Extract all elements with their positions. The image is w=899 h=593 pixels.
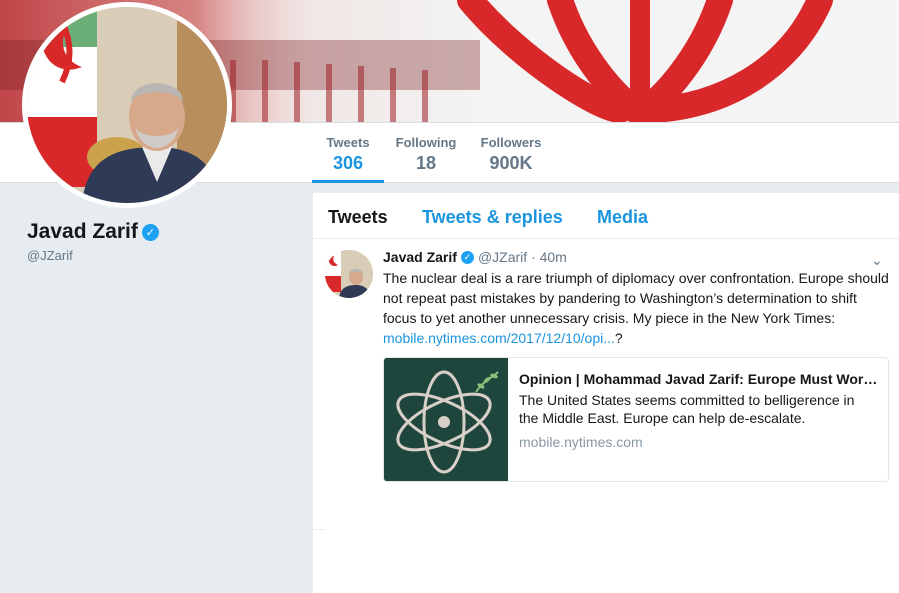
stat-label: Followers — [480, 135, 542, 150]
timeline-tabs: Tweets Tweets & replies Media — [313, 193, 899, 239]
stat-followers[interactable]: Followers 900K — [474, 123, 548, 183]
profile-name[interactable]: Javad Zarif ✓ — [27, 220, 159, 244]
card-description: The United States seems committed to bel… — [519, 392, 855, 426]
tweet-header: Javad Zarif ✓ @JZarif · 40m — [383, 249, 567, 265]
verified-badge-icon: ✓ — [141, 223, 159, 241]
profile-name-text: Javad Zarif — [27, 220, 138, 243]
profile-avatar[interactable] — [22, 2, 232, 208]
stat-following[interactable]: Following 18 — [392, 123, 460, 183]
tab-media[interactable]: Media — [597, 207, 648, 228]
stat-value: 18 — [415, 153, 437, 173]
tweet-suffix: ? — [614, 330, 623, 346]
tab-tweets[interactable]: Tweets — [328, 207, 388, 228]
timeline: Tweets Tweets & replies Media Javad Zari… — [313, 193, 899, 593]
tweet-text: The nuclear deal is a rare triumph of di… — [383, 268, 893, 348]
stat-value: 306 — [332, 153, 364, 173]
stat-value: 900K — [489, 153, 533, 173]
card-image — [384, 358, 508, 481]
card-title: Opinion | Mohammad Javad Zarif: Europe M… — [519, 371, 881, 387]
divider — [313, 529, 325, 530]
tweet-link[interactable]: mobile.nytimes.com/2017/12/10/opi... — [383, 330, 615, 346]
stat-label: Tweets — [326, 135, 370, 150]
link-card[interactable]: Opinion | Mohammad Javad Zarif: Europe M… — [383, 357, 889, 482]
tweet[interactable]: Javad Zarif ✓ @JZarif · 40m ⌄ The nuclea… — [313, 240, 899, 530]
profile-handle[interactable]: @JZarif — [27, 248, 73, 263]
tab-tweets-replies[interactable]: Tweets & replies — [422, 207, 563, 228]
stat-label: Following — [395, 135, 457, 150]
tweet-author[interactable]: Javad Zarif — [383, 249, 457, 265]
card-url: mobile.nytimes.com — [519, 434, 643, 450]
tweet-body: The nuclear deal is a rare triumph of di… — [383, 270, 889, 326]
verified-badge-icon: ✓ — [460, 250, 474, 264]
tweet-meta[interactable]: @JZarif · 40m — [478, 249, 567, 265]
stat-tweets[interactable]: Tweets 306 — [312, 123, 384, 183]
chevron-down-icon[interactable]: ⌄ — [871, 252, 883, 269]
tweet-avatar[interactable] — [325, 250, 373, 298]
